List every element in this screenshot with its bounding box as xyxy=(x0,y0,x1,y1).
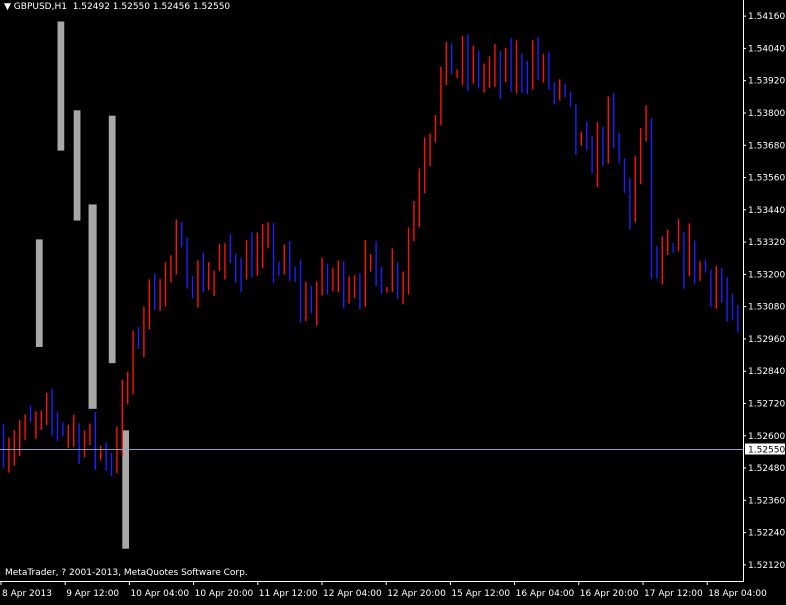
price-tick-label: 1.53320 xyxy=(748,238,785,248)
highlight-box-6 xyxy=(122,430,130,549)
price-tick-label: 1.53920 xyxy=(748,77,785,87)
chart-window[interactable]: 1.54160 1.54040 1.53920 1.53800 1.53680 1.535… xyxy=(0,0,786,601)
highlight-box-4 xyxy=(88,204,97,409)
price-tick-label: 1.54160 xyxy=(748,12,785,22)
current-price-label-group: 1.52550 xyxy=(745,443,785,456)
price-tick-label: 1.52840 xyxy=(748,367,785,377)
price-tick-label: 1.52600 xyxy=(748,432,785,442)
time-tick-label: 16 Apr 20:00 xyxy=(580,589,639,599)
time-tick-label: 12 Apr 04:00 xyxy=(323,589,382,599)
time-tick-label: 15 Apr 12:00 xyxy=(451,589,510,599)
highlight-box-2 xyxy=(57,21,65,151)
price-tick-label: 1.52120 xyxy=(748,561,785,571)
time-tick-label: 10 Apr 20:00 xyxy=(195,589,254,599)
price-tick-label: 1.53680 xyxy=(748,141,785,151)
time-tick-label: 17 Apr 12:00 xyxy=(644,589,703,599)
highlight-box-5 xyxy=(108,115,116,364)
price-tick-label: 1.52960 xyxy=(748,335,785,345)
time-tick-label: 16 Apr 04:00 xyxy=(516,589,575,599)
price-axis: 1.54160 1.54040 1.53920 1.53800 1.53680 1.535… xyxy=(743,12,785,571)
price-tick-label: 1.52360 xyxy=(748,496,785,506)
chart-header: ▼ GBPUSD,H1 1.52492 1.52550 1.52456 1.52… xyxy=(4,2,230,12)
time-tick-label: 9 Apr 12:00 xyxy=(66,589,119,599)
time-tick-label: 12 Apr 20:00 xyxy=(387,589,446,599)
time-tick-label: 11 Apr 12:00 xyxy=(259,589,318,599)
price-tick-label: 1.54040 xyxy=(748,44,785,54)
collapse-triangle-icon[interactable]: ▼ xyxy=(4,2,11,12)
price-tick-label: 1.52720 xyxy=(748,399,785,409)
price-tick-label: 1.53800 xyxy=(748,109,785,119)
time-tick-label: 10 Apr 04:00 xyxy=(130,589,189,599)
time-tick-label: 8 Apr 2013 xyxy=(2,589,52,599)
copyright-text: MetaTrader, ? 2001-2013, MetaQuotes Soft… xyxy=(5,568,248,578)
current-price-label: 1.52550 xyxy=(748,446,785,456)
symbol-label: GBPUSD,H1 xyxy=(13,2,67,12)
time-tick-label: 18 Apr 04:00 xyxy=(708,589,767,599)
price-tick-label: 1.53200 xyxy=(748,270,785,280)
ohlc-values: 1.52492 1.52550 1.52456 1.52550 xyxy=(72,2,231,12)
highlight-boxes xyxy=(35,21,130,549)
candlestick-chart[interactable]: 1.54160 1.54040 1.53920 1.53800 1.53680 1.535… xyxy=(0,0,786,601)
price-tick-label: 1.52480 xyxy=(748,464,785,474)
price-tick-label: 1.52240 xyxy=(748,529,785,539)
time-axis: 8 Apr 2013 9 Apr 12:00 10 Apr 04:00 10 Apr … xyxy=(0,581,767,599)
highlight-box-1 xyxy=(35,239,43,347)
highlight-box-3 xyxy=(73,110,81,221)
price-tick-label: 1.53080 xyxy=(748,303,785,313)
price-tick-label: 1.53560 xyxy=(748,174,785,184)
price-tick-label: 1.53440 xyxy=(748,206,785,216)
